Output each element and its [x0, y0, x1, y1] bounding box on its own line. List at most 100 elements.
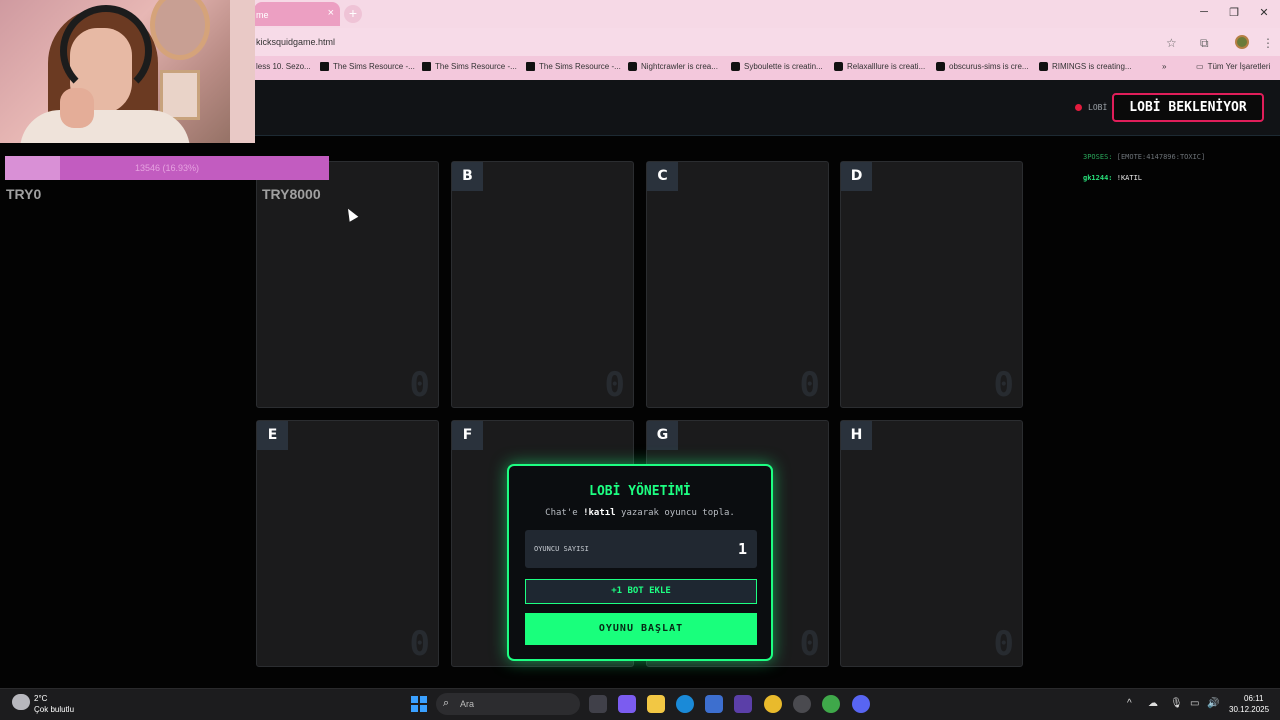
tsr-icon: [422, 62, 431, 71]
search-placeholder: Ara: [460, 699, 475, 709]
folder-icon: ▭: [1196, 62, 1204, 71]
obs-icon[interactable]: [793, 695, 811, 713]
webcam-overlay: [0, 0, 255, 143]
bookmark-item[interactable]: less 10. Sezo...: [256, 62, 311, 71]
bookmark-item[interactable]: Nightcrawler is crea...: [628, 62, 718, 71]
slot-count: 0: [993, 624, 1014, 664]
tray-overflow-icon[interactable]: ^: [1127, 698, 1132, 709]
modal-subtitle: Chat'e !katıl yazarak oyuncu topla.: [545, 508, 735, 518]
patreon-icon: [834, 62, 843, 71]
bookmark-item[interactable]: The Sims Resource -...: [526, 62, 621, 71]
vpn-icon[interactable]: [734, 695, 752, 713]
player-count-value: 1: [737, 540, 747, 558]
url-field[interactable]: kicksquidgame.html: [256, 37, 335, 47]
bookmark-item[interactable]: Syboulette is creatin...: [731, 62, 823, 71]
chrome-icon[interactable]: [764, 695, 782, 713]
tab-title: me: [256, 10, 269, 20]
profile-avatar[interactable]: [1235, 35, 1249, 49]
lobby-management-modal: LOBİ YÖNETİMİ Chat'e !katıl yazarak oyun…: [507, 464, 773, 661]
weather-description: Çok bulutlu: [34, 705, 75, 714]
slot-letter: H: [841, 421, 872, 450]
tsr-icon: [320, 62, 329, 71]
sims-icon[interactable]: [822, 695, 840, 713]
new-tab-button[interactable]: +: [344, 5, 362, 23]
bookmark-item[interactable]: Relaxalllure is creati...: [834, 62, 925, 71]
chat-text: !KATIL: [1116, 174, 1143, 182]
microphone-icon[interactable]: 🎙: [1170, 698, 1183, 709]
add-bot-button[interactable]: +1 BOT EKLE: [525, 579, 757, 604]
goal-progress-bar: 13546 (16.93%): [5, 156, 329, 180]
taskbar: [0, 688, 1280, 720]
slot-card: H 0: [840, 420, 1023, 667]
taskbar-search-box[interactable]: [436, 693, 580, 715]
tab-close-icon[interactable]: ×: [328, 7, 334, 19]
goal-min-label: TRY0: [6, 186, 42, 202]
chat-text: [EMOTE:4147896:TOXIC]: [1116, 153, 1206, 161]
search-icon: ⌕: [443, 697, 450, 709]
headset: [60, 5, 152, 97]
bookmark-item[interactable]: obscurus-sims is cre...: [936, 62, 1029, 71]
minimize-icon[interactable]: ─: [1196, 6, 1212, 18]
patreon-icon: [1039, 62, 1048, 71]
goal-max-label: TRY8000: [262, 186, 321, 202]
status-badge: LOBİ BEKLENİYOR: [1112, 93, 1264, 122]
more-menu-icon[interactable]: ⋮: [1262, 36, 1274, 50]
slot-letter: C: [647, 162, 678, 191]
store-icon[interactable]: [705, 695, 723, 713]
browser-tab[interactable]: me ×: [254, 2, 340, 26]
patreon-icon: [936, 62, 945, 71]
shelf: [230, 0, 255, 143]
chat-username: gk1244:: [1083, 174, 1113, 182]
patreon-icon: [628, 62, 637, 71]
clock-date[interactable]: 30.12.2025: [1229, 705, 1269, 714]
lobby-label: LOBİ: [1088, 103, 1108, 112]
live-indicator-icon: [1075, 104, 1082, 111]
slot-card: B 0: [451, 161, 634, 408]
slot-card: E 0: [256, 420, 439, 667]
chat-username: 3POSES:: [1083, 153, 1113, 161]
discord-icon[interactable]: [852, 695, 870, 713]
patreon-icon: [731, 62, 740, 71]
clock-time[interactable]: 06:11: [1244, 694, 1263, 703]
extensions-icon[interactable]: ⧉: [1200, 36, 1209, 51]
mirror: [150, 0, 210, 60]
chat-message: 3POSES: [EMOTE:4147896:TOXIC]: [1083, 153, 1205, 161]
weather-cloud-icon[interactable]: [12, 694, 30, 710]
bookmark-item[interactable]: RIMINGS is creating...: [1039, 62, 1132, 71]
player-count-box: OYUNCU SAYISI 1: [525, 530, 757, 568]
slot-card: D 0: [840, 161, 1023, 408]
network-icon[interactable]: ▭: [1190, 698, 1199, 709]
slot-count: 0: [993, 365, 1014, 405]
modal-title: LOBİ YÖNETİMİ: [589, 484, 691, 499]
file-explorer-icon[interactable]: [647, 695, 665, 713]
copilot-icon[interactable]: [618, 695, 636, 713]
bookmark-star-icon[interactable]: ☆: [1166, 36, 1177, 50]
restore-icon[interactable]: ❐: [1226, 6, 1242, 19]
slot-count: 0: [409, 365, 430, 405]
slot-letter: F: [452, 421, 483, 450]
streamer-body: [20, 110, 190, 143]
bookmarks-overflow-button[interactable]: »: [1162, 62, 1166, 71]
slot-count: 0: [409, 624, 430, 664]
slot-letter: E: [257, 421, 288, 450]
slot-letter: D: [841, 162, 872, 191]
task-view-icon[interactable]: [589, 695, 607, 713]
goal-progress-text: 13546 (16.93%): [134, 163, 200, 173]
volume-icon[interactable]: 🔊: [1207, 698, 1219, 709]
all-bookmarks-folder[interactable]: ▭ Tüm Yer İşaretleri: [1196, 62, 1270, 71]
slot-count: 0: [799, 365, 820, 405]
player-count-label: OYUNCU SAYISI: [534, 545, 589, 553]
bookmark-item[interactable]: The Sims Resource -...: [422, 62, 517, 71]
start-game-button[interactable]: OYUNU BAŞLAT: [525, 613, 757, 645]
slot-letter: B: [452, 162, 483, 191]
onedrive-icon[interactable]: ☁: [1148, 698, 1158, 709]
tsr-icon: [526, 62, 535, 71]
slot-letter: G: [647, 421, 678, 450]
slot-count: 0: [799, 624, 820, 664]
streamer-hand: [60, 88, 94, 128]
start-menu-icon[interactable]: [411, 696, 427, 712]
window-close-icon[interactable]: ✕: [1256, 6, 1272, 19]
edge-icon[interactable]: [676, 695, 694, 713]
weather-temperature: 2°C: [34, 694, 48, 703]
bookmark-item[interactable]: The Sims Resource -...: [320, 62, 415, 71]
